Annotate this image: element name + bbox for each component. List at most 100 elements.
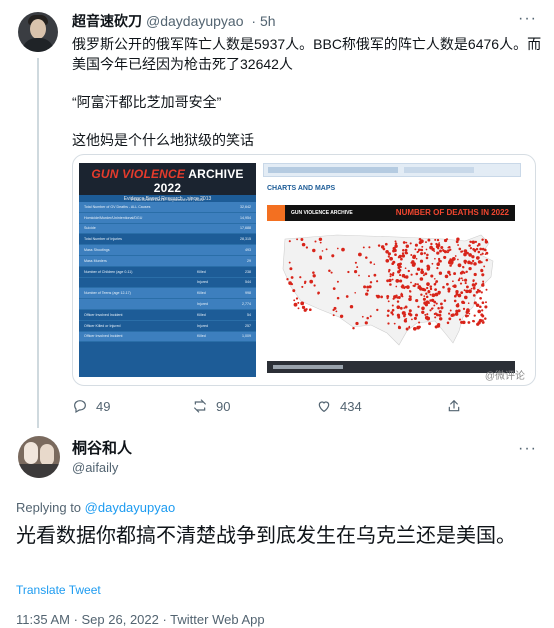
map-dot xyxy=(421,306,425,311)
display-name[interactable]: 超音速砍刀 xyxy=(72,13,142,29)
map-dot xyxy=(304,282,306,285)
stats-table: Total Number of GV Deaths - ALL Causes 32… xyxy=(79,202,256,343)
reply-button[interactable]: 49 xyxy=(72,398,110,414)
map-dot xyxy=(385,250,389,254)
map-dot xyxy=(397,270,401,274)
map-dot xyxy=(431,262,434,265)
stats-row: Number of Teens (age 12-17) Killed 998 xyxy=(79,288,256,300)
map-dot xyxy=(410,273,413,276)
timestamp[interactable]: · 5h xyxy=(251,13,275,29)
map-dot xyxy=(481,283,485,287)
map-dot xyxy=(399,274,402,277)
map-dot xyxy=(468,244,471,247)
map-dot xyxy=(312,274,316,278)
map-dot xyxy=(384,242,388,246)
map-dot xyxy=(466,251,469,255)
map-dot xyxy=(398,325,401,328)
map-dot xyxy=(375,294,378,297)
map-dot xyxy=(288,281,292,285)
map-dot xyxy=(472,294,476,297)
stats-row-label: Suicide xyxy=(84,226,96,231)
map-dot xyxy=(468,312,471,315)
map-dot xyxy=(389,256,393,261)
map-dot xyxy=(410,281,412,284)
map-dot xyxy=(477,250,481,254)
stats-row-sublabel: Killed xyxy=(197,312,206,317)
replying-handle-link[interactable]: @daydayupyao xyxy=(85,500,176,515)
map-dot xyxy=(412,326,417,331)
map-dot xyxy=(417,250,420,253)
map-dot xyxy=(399,306,403,310)
map-dot xyxy=(416,267,421,271)
like-button[interactable]: 434 xyxy=(316,398,362,414)
tweet-meta[interactable]: 11:35 AM · Sep 26, 2022 · Twitter Web Ap… xyxy=(16,612,265,628)
map-dot xyxy=(436,238,440,242)
avatar[interactable] xyxy=(18,436,60,478)
map-dot xyxy=(293,299,296,302)
charts-and-maps-panel: CHARTS AND MAPS GUN VIOLENCE ARCHIVE NUM… xyxy=(263,163,521,377)
map-dot xyxy=(341,247,345,252)
map-dot xyxy=(459,282,463,285)
map-dot xyxy=(309,279,314,284)
map-dot xyxy=(474,240,477,243)
map-dot xyxy=(446,238,448,241)
map-dot xyxy=(363,285,367,289)
thread-line xyxy=(37,58,39,430)
avatar[interactable] xyxy=(18,12,58,52)
map-dot xyxy=(478,318,483,323)
map-dot xyxy=(358,274,360,277)
map-dot xyxy=(430,242,433,246)
map-dot xyxy=(319,255,322,259)
map-dot xyxy=(438,310,442,314)
map-dot xyxy=(456,237,460,241)
map-dot xyxy=(393,322,396,325)
map-dot xyxy=(401,273,406,278)
map-dot xyxy=(458,247,462,251)
map-dot xyxy=(467,260,471,265)
stats-row-value: 28,315 xyxy=(240,237,251,242)
map-dot xyxy=(421,310,425,314)
display-name[interactable]: 桐谷和人 xyxy=(72,440,132,458)
tweet-header: 超音速砍刀 @daydayupyao · 5h xyxy=(72,12,276,30)
retweet-button[interactable]: 90 xyxy=(192,398,230,414)
stats-row-value: 29 xyxy=(247,258,251,263)
handle[interactable]: @aifaily xyxy=(72,460,118,476)
map-dot xyxy=(434,316,437,319)
map-dot xyxy=(421,245,424,248)
map-dot xyxy=(469,247,472,250)
map-dot xyxy=(426,313,429,316)
avatar-face xyxy=(30,19,46,39)
map-dot xyxy=(465,289,469,294)
map-dot xyxy=(479,296,482,300)
stats-row-label: Officer Involved Incident xyxy=(84,312,123,317)
translate-tweet-link[interactable]: Translate Tweet xyxy=(16,582,101,598)
map-dot xyxy=(339,314,344,318)
gun-violence-stats-panel: GUN VIOLENCE ARCHIVE 2022 Evidence Based… xyxy=(79,163,256,377)
map-dot xyxy=(460,277,463,280)
map-dot xyxy=(423,295,426,297)
map-dot xyxy=(477,256,480,259)
more-options-icon[interactable]: ··· xyxy=(518,11,537,27)
map-dot xyxy=(292,289,296,293)
map-dot xyxy=(408,326,411,329)
map-dot xyxy=(436,262,440,266)
map-dot xyxy=(395,285,398,288)
more-options-icon[interactable]: ··· xyxy=(518,441,537,457)
map-dot xyxy=(428,322,432,326)
tweet-image[interactable]: GUN VIOLENCE ARCHIVE 2022 Evidence Based… xyxy=(72,154,536,386)
map-dot xyxy=(429,300,431,302)
map-dot xyxy=(325,248,328,251)
stats-row: Injured 2,774 xyxy=(79,299,256,310)
stats-row-value: 14,954 xyxy=(240,215,251,220)
map-dot xyxy=(462,320,466,325)
map-dot xyxy=(465,270,468,274)
replying-prefix: Replying to xyxy=(16,500,85,515)
share-button[interactable] xyxy=(446,398,462,414)
map-dot xyxy=(409,242,412,245)
map-dot xyxy=(483,265,486,268)
map-dot xyxy=(464,278,468,282)
handle[interactable]: @daydayupyao xyxy=(146,13,244,29)
map-dot xyxy=(468,253,472,257)
stats-row-sublabel: Killed xyxy=(197,291,206,296)
map-dot xyxy=(295,297,299,300)
